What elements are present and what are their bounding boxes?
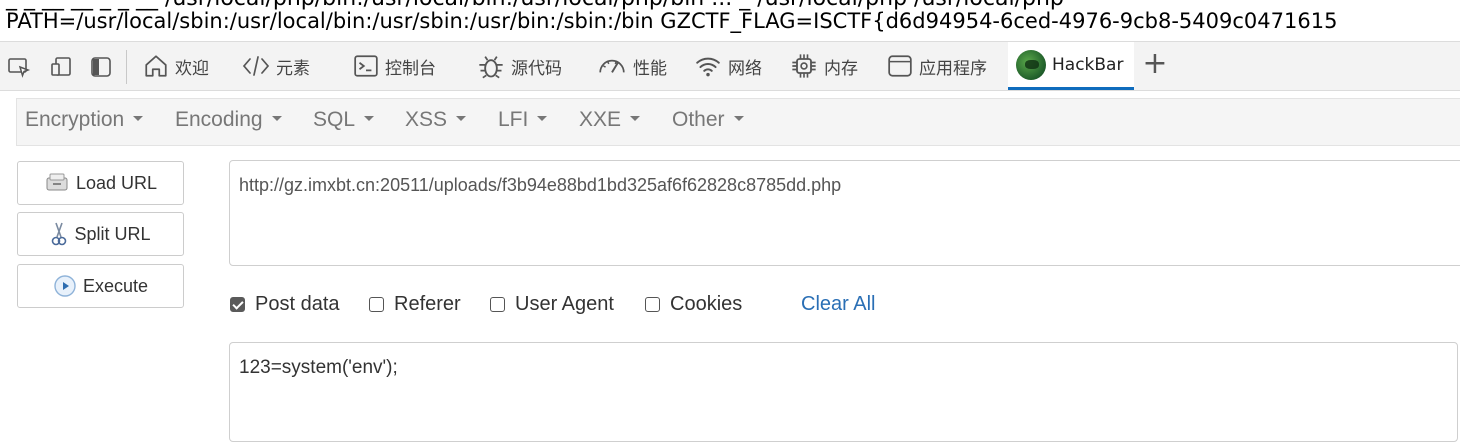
menu-label: LFI bbox=[498, 108, 529, 131]
caret-down-icon bbox=[537, 116, 548, 122]
tab-label: HackBar bbox=[1052, 54, 1124, 75]
referer-option[interactable]: Referer bbox=[369, 293, 461, 316]
cookies-option[interactable]: Cookies bbox=[645, 293, 742, 316]
dock-sidebar-icon[interactable] bbox=[88, 54, 114, 80]
tab-label: 内存 bbox=[824, 58, 858, 79]
execute-label: Execute bbox=[82, 275, 149, 296]
scissors-icon bbox=[52, 222, 67, 246]
tab-label: 控制台 bbox=[385, 58, 436, 79]
menu-encoding[interactable]: Encoding bbox=[175, 108, 282, 132]
devtools-toolbar: 欢迎 元素 控制台 源代码 性能 网络 内存 应用程序 HackBar + bbox=[0, 41, 1460, 91]
menu-xxe[interactable]: XXE bbox=[579, 108, 641, 132]
output-line-env: PATH=/usr/local/sbin:/usr/local/bin:/usr… bbox=[6, 9, 1338, 33]
menu-label: Encryption bbox=[25, 108, 125, 131]
performance-icon bbox=[599, 59, 625, 73]
execute-button[interactable]: Execute bbox=[17, 264, 184, 308]
split-url-button[interactable]: Split URL bbox=[17, 212, 184, 256]
menu-other[interactable]: Other bbox=[672, 108, 744, 132]
referer-label: Referer bbox=[394, 293, 461, 315]
toolbar-separator bbox=[126, 50, 127, 84]
post-data-option[interactable]: Post data bbox=[230, 293, 340, 316]
tab-welcome[interactable]: 欢迎 bbox=[143, 42, 209, 90]
hackbar-menu: Encryption Encoding SQL XSS LFI XXE Othe… bbox=[16, 98, 1460, 146]
tab-elements[interactable]: 元素 bbox=[242, 42, 310, 90]
device-emulation-icon[interactable] bbox=[48, 54, 74, 80]
console-icon bbox=[354, 55, 378, 77]
post-data-input[interactable]: 123=system('env'); bbox=[229, 342, 1458, 442]
add-tab-button[interactable]: + bbox=[1142, 49, 1168, 80]
menu-sql[interactable]: SQL bbox=[313, 108, 375, 132]
caret-down-icon bbox=[271, 116, 282, 122]
user-agent-checkbox[interactable] bbox=[490, 297, 505, 312]
tab-label: 网络 bbox=[728, 58, 762, 79]
hackbar-logo-icon bbox=[1016, 49, 1046, 80]
inspect-element-icon[interactable] bbox=[6, 54, 32, 80]
split-url-label: Split URL bbox=[74, 223, 151, 244]
tab-application[interactable]: 应用程序 bbox=[887, 42, 987, 90]
tab-hackbar[interactable]: HackBar bbox=[1008, 42, 1134, 90]
menu-label: Other bbox=[672, 108, 725, 131]
cookies-label: Cookies bbox=[670, 293, 743, 315]
referer-checkbox[interactable] bbox=[369, 297, 384, 312]
wifi-icon bbox=[696, 57, 720, 77]
tab-label: 源代码 bbox=[511, 58, 562, 79]
post-data-label: Post data bbox=[255, 293, 340, 315]
user-agent-option[interactable]: User Agent bbox=[490, 293, 614, 316]
tab-label: 欢迎 bbox=[175, 58, 209, 79]
post-data-checkbox[interactable] bbox=[230, 297, 245, 312]
tab-performance[interactable]: 性能 bbox=[597, 42, 667, 90]
home-icon bbox=[145, 55, 167, 77]
tab-label: 元素 bbox=[276, 58, 310, 79]
menu-lfi[interactable]: LFI bbox=[498, 108, 548, 132]
caret-down-icon bbox=[133, 116, 144, 122]
caret-down-icon bbox=[630, 116, 641, 122]
code-icon bbox=[242, 56, 270, 76]
menu-label: SQL bbox=[313, 108, 356, 131]
play-icon bbox=[54, 275, 76, 297]
load-url-icon bbox=[46, 173, 68, 191]
tab-memory[interactable]: 内存 bbox=[790, 42, 858, 90]
tab-label: 应用程序 bbox=[919, 58, 987, 79]
url-input[interactable]: http://gz.imxbt.cn:20511/uploads/f3b94e8… bbox=[229, 160, 1460, 266]
application-icon bbox=[888, 55, 912, 77]
menu-label: XSS bbox=[405, 108, 448, 131]
tab-label: 性能 bbox=[633, 58, 667, 79]
clear-all-link[interactable]: Clear All bbox=[801, 293, 875, 316]
user-agent-label: User Agent bbox=[515, 293, 614, 315]
caret-down-icon bbox=[456, 116, 467, 122]
caret-down-icon bbox=[364, 116, 375, 122]
page-output: _ _ __ __ _ _ __ /usr/local/php/bin:/usr… bbox=[0, 0, 1460, 40]
tab-sources[interactable]: 源代码 bbox=[477, 42, 562, 90]
menu-encryption[interactable]: Encryption bbox=[25, 108, 144, 132]
menu-xss[interactable]: XSS bbox=[405, 108, 467, 132]
menu-label: Encoding bbox=[175, 108, 263, 131]
tab-console[interactable]: 控制台 bbox=[353, 42, 436, 90]
load-url-label: Load URL bbox=[75, 172, 158, 193]
tab-network[interactable]: 网络 bbox=[694, 42, 762, 90]
cookies-checkbox[interactable] bbox=[645, 297, 660, 312]
chip-icon bbox=[792, 54, 816, 78]
bug-icon bbox=[479, 56, 503, 79]
caret-down-icon bbox=[733, 116, 744, 122]
load-url-button[interactable]: Load URL bbox=[17, 161, 184, 205]
menu-label: XXE bbox=[579, 108, 622, 131]
